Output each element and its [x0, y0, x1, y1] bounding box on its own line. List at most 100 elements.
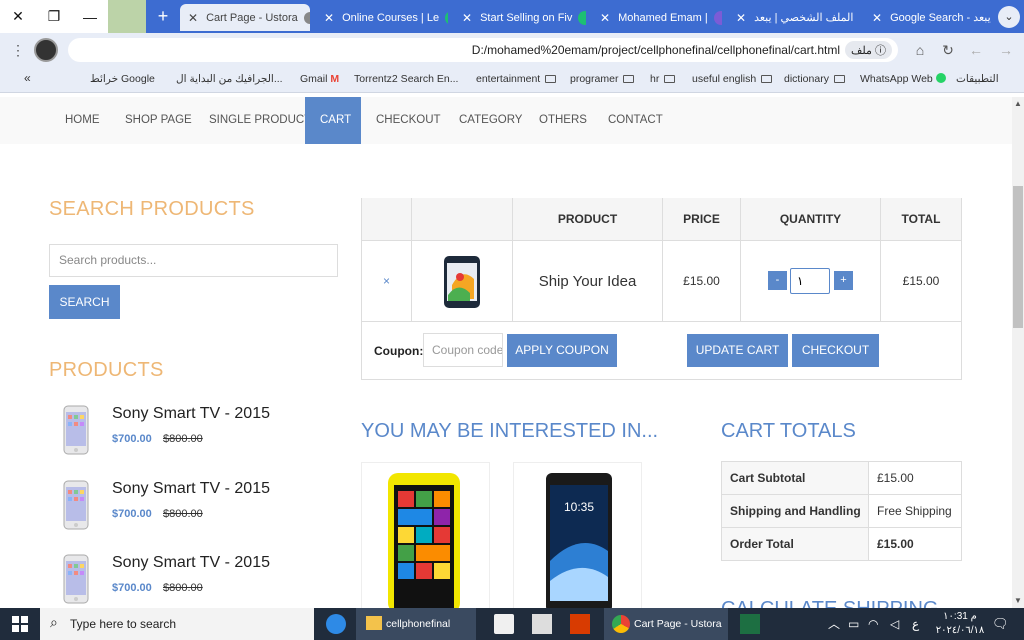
- scroll-down-icon[interactable]: ▼: [1013, 596, 1023, 606]
- address-bar[interactable]: D:/mohamed%20emam/project/cellphonefinal…: [68, 38, 898, 62]
- recommended-product-card[interactable]: 10:35: [513, 462, 642, 612]
- bookmark-hr[interactable]: hr: [650, 73, 676, 85]
- battery-icon[interactable]: ▭: [848, 608, 859, 640]
- tab-online-courses[interactable]: ✕ Online Courses | Le: [316, 4, 448, 31]
- product-name[interactable]: Sony Smart TV - 2015: [112, 480, 270, 498]
- nav-shop-page[interactable]: SHOP PAGE: [110, 97, 207, 144]
- close-tab-icon[interactable]: ✕: [324, 11, 334, 25]
- gmail-icon: M: [330, 73, 340, 85]
- nav-home[interactable]: HOME: [50, 97, 115, 144]
- info-icon: ⓘ: [875, 45, 886, 57]
- profile-avatar[interactable]: [34, 38, 58, 62]
- bookmark-useful-english[interactable]: useful english: [692, 73, 773, 85]
- more-bookmarks-icon[interactable]: «: [24, 71, 31, 85]
- nav-others[interactable]: OTHERS: [524, 97, 602, 144]
- store-icon[interactable]: [494, 614, 514, 634]
- wifi-icon[interactable]: ◠: [868, 608, 878, 640]
- bookmark-torrentz[interactable]: Torrentz2 Search En...: [354, 73, 458, 85]
- close-tab-icon[interactable]: ✕: [872, 11, 882, 25]
- close-tab-icon[interactable]: ✕: [462, 11, 472, 25]
- search-input[interactable]: Search products...: [49, 244, 338, 277]
- iphone-thumbnail[interactable]: [61, 480, 91, 530]
- product-item[interactable]: Sony Smart TV - 2015 $700.00 $800.00: [49, 475, 339, 535]
- bookmark-google-maps[interactable]: خرائط Google: [90, 73, 155, 85]
- time: ١٠:31 م: [943, 611, 977, 622]
- forward-icon[interactable]: ←: [966, 40, 986, 60]
- bookmark-entertainment[interactable]: entertainment: [476, 73, 557, 85]
- taskbar-explorer-button[interactable]: cellphonefinal: [356, 608, 476, 640]
- folder-icon: [623, 75, 635, 83]
- cart-item-name[interactable]: Ship Your Idea: [513, 240, 663, 321]
- windows-start-icon[interactable]: [12, 616, 28, 632]
- file-chip[interactable]: ملف ⓘ: [845, 41, 892, 59]
- bookmark-gmail[interactable]: Gmail M: [300, 73, 339, 85]
- iphone-thumbnail[interactable]: [61, 554, 91, 604]
- taskbar-chrome-button[interactable]: Cart Page - Ustora ...: [604, 608, 728, 640]
- volume-icon[interactable]: ◁: [890, 608, 899, 640]
- chrome-icon: [612, 615, 630, 633]
- notifications-icon[interactable]: 🗨: [992, 608, 1009, 640]
- iphone-thumbnail[interactable]: [61, 405, 91, 455]
- bookmark-label: التطبيقات: [956, 73, 999, 85]
- page-scrollbar[interactable]: [1012, 97, 1024, 608]
- tab-cart-page[interactable]: ✕ Cart Page - Ustora: [180, 4, 310, 31]
- product-item[interactable]: Sony Smart TV - 2015 $700.00 $800.00: [49, 549, 339, 607]
- update-cart-button[interactable]: UPDATE CART: [687, 334, 788, 367]
- decrease-quantity-button[interactable]: -: [768, 271, 787, 290]
- minimize-window-icon[interactable]: —: [72, 0, 108, 33]
- close-tab-icon[interactable]: ✕: [188, 11, 198, 25]
- bookmark-whatsapp[interactable]: WhatsApp Web: [860, 73, 946, 85]
- checkout-button[interactable]: CHECKOUT: [792, 334, 879, 367]
- tab-mohamed-emam[interactable]: ✕ Mohamed Emam |: [592, 4, 722, 31]
- tab-start-selling[interactable]: ✕ Start Selling on Fiv: [454, 4, 586, 31]
- bookmark-graphics[interactable]: الجرافيك من البداية ال...: [176, 73, 283, 85]
- reload-icon[interactable]: ↻: [938, 40, 958, 60]
- product-name[interactable]: Sony Smart TV - 2015: [112, 405, 270, 423]
- edge-icon[interactable]: [326, 614, 346, 634]
- excel-icon[interactable]: [740, 614, 760, 634]
- tab-google-search[interactable]: ✕ Google Search - يبعد: [864, 4, 994, 31]
- tab-label: Start Selling on Fiv: [480, 11, 573, 24]
- nav-checkout[interactable]: CHECKOUT: [361, 97, 456, 144]
- galaxy-phone-thumbnail[interactable]: [442, 255, 482, 309]
- language-indicator[interactable]: ع: [912, 608, 919, 640]
- menu-icon[interactable]: ⋮: [8, 40, 28, 60]
- mail-icon[interactable]: [532, 614, 552, 634]
- nav-contact[interactable]: CONTACT: [593, 97, 678, 144]
- scrollbar-thumb[interactable]: [1013, 186, 1023, 328]
- tab-profile[interactable]: ✕ الملف الشخصي | يبعد: [728, 4, 858, 31]
- office-icon[interactable]: [570, 614, 590, 634]
- cart-totals-table: Cart Subtotal £15.00 Shipping and Handli…: [721, 461, 962, 561]
- back-icon[interactable]: →: [996, 40, 1016, 60]
- restore-window-icon[interactable]: ❐: [36, 0, 72, 33]
- new-tab-icon[interactable]: +: [150, 5, 176, 29]
- product-item[interactable]: Sony Smart TV - 2015 $700.00 $800.00: [49, 400, 339, 460]
- bookmark-apps[interactable]: التطبيقات: [956, 73, 999, 85]
- bookmark-programer[interactable]: programer: [570, 73, 635, 85]
- close-tab-icon[interactable]: ✕: [736, 11, 746, 25]
- tab-search-icon[interactable]: ⌄: [998, 6, 1020, 28]
- close-window-icon[interactable]: ✕: [0, 0, 36, 33]
- date: ٢٠٢٤/٠٦/١٨: [935, 625, 985, 636]
- tray-chevron-icon[interactable]: ︿: [828, 608, 840, 640]
- recommended-product-card[interactable]: [361, 462, 490, 612]
- increase-quantity-button[interactable]: +: [834, 271, 853, 290]
- taskbar-search-input[interactable]: Type here to search: [40, 608, 314, 640]
- remove-item-button[interactable]: ×: [362, 240, 412, 321]
- apply-coupon-button[interactable]: APPLY COUPON: [507, 334, 617, 367]
- lumia-phone-image[interactable]: [386, 471, 462, 612]
- product-price: $700.00: [112, 508, 152, 520]
- taskbar-clock[interactable]: ١٠:31 م ٢٠٢٤/٠٦/١٨: [934, 610, 986, 638]
- totals-label: Order Total: [721, 527, 869, 561]
- scroll-up-icon[interactable]: ▲: [1013, 99, 1023, 109]
- coupon-input[interactable]: Coupon code: [423, 333, 503, 367]
- close-tab-icon[interactable]: ✕: [600, 11, 610, 25]
- nav-cart[interactable]: CART: [305, 97, 361, 144]
- quantity-input[interactable]: ١: [790, 268, 830, 294]
- search-button[interactable]: SEARCH: [49, 285, 120, 319]
- bookmark-dictionary[interactable]: dictionary: [784, 73, 845, 85]
- profile-icon: [713, 10, 722, 25]
- product-name[interactable]: Sony Smart TV - 2015: [112, 554, 270, 572]
- home-icon[interactable]: ⌂: [910, 40, 930, 60]
- sony-xperia-phone-image[interactable]: 10:35: [544, 471, 614, 612]
